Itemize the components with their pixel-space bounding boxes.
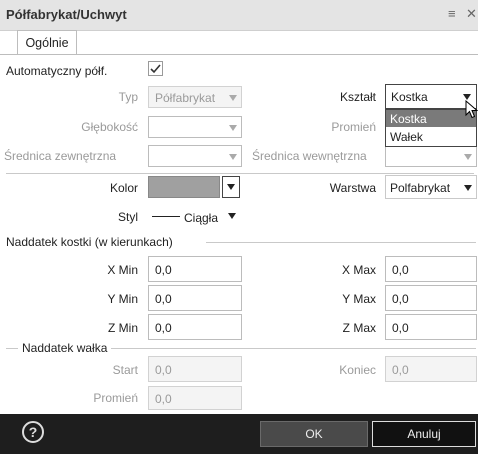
warstwa-value: Polfabrykat <box>390 181 451 195</box>
chevron-down-icon <box>464 154 472 160</box>
xmin-input[interactable]: 0,0 <box>148 256 242 282</box>
cancel-button[interactable]: Anuluj <box>372 421 476 447</box>
group-line <box>206 242 476 243</box>
zmin-input[interactable]: 0,0 <box>148 314 242 340</box>
ksztalt-value: Kostka <box>391 90 428 104</box>
xmin-label: X Min <box>107 263 138 277</box>
typ-label: Typ <box>118 90 138 104</box>
promien-walka-input[interactable]: 0,0 <box>148 386 242 410</box>
help-icon[interactable]: ? <box>22 421 44 443</box>
zmax-input[interactable]: 0,0 <box>385 314 477 340</box>
chevron-down-icon <box>229 125 237 131</box>
chevron-down-icon <box>229 95 237 101</box>
tab-divider <box>0 54 478 55</box>
zmax-value: 0,0 <box>392 321 409 335</box>
zmax-label: Z Max <box>342 321 376 335</box>
option-label: Wałek <box>390 130 423 144</box>
glebokosc-label: Głębokość <box>81 120 138 134</box>
kolor-dropdown-button[interactable] <box>222 176 240 198</box>
ymin-input[interactable]: 0,0 <box>148 285 242 311</box>
koniec-value: 0,0 <box>392 363 409 377</box>
zmin-value: 0,0 <box>155 321 172 335</box>
styl-value: Ciągła <box>184 211 219 225</box>
promien-walka-value: 0,0 <box>155 392 172 406</box>
dropdown-option-kostka[interactable]: Kostka <box>386 110 476 127</box>
koniec-label: Koniec <box>339 363 376 377</box>
ksztalt-label: Kształt <box>339 90 376 104</box>
chevron-down-icon <box>229 154 237 160</box>
chevron-down-icon <box>464 185 472 191</box>
window-title: Półfabrykat/Uchwyt <box>6 7 127 22</box>
chevron-down-icon <box>228 213 236 219</box>
tab-label: Ogólnie <box>25 36 69 50</box>
chevron-down-icon <box>227 184 235 190</box>
styl-label: Styl <box>117 210 138 224</box>
xmax-value: 0,0 <box>392 263 409 277</box>
tab-ogolnie[interactable]: Ogólnie <box>17 30 77 55</box>
check-icon <box>150 64 161 74</box>
kolor-swatch[interactable] <box>148 176 220 198</box>
help-glyph: ? <box>28 424 38 440</box>
menu-icon[interactable]: ≡ <box>448 6 456 21</box>
sr-zew-select[interactable] <box>148 145 242 167</box>
sr-wew-select[interactable] <box>385 145 477 167</box>
ymax-value: 0,0 <box>392 292 409 306</box>
sr-zew-label: Średnica zewnętrzna <box>4 149 117 163</box>
koniec-input[interactable]: 0,0 <box>385 356 477 382</box>
start-label: Start <box>112 363 138 377</box>
cancel-label: Anuluj <box>407 427 441 441</box>
promien-walka-label: Promień <box>93 391 138 405</box>
naddatek-kostki-title: Naddatek kostki (w kierunkach) <box>6 235 177 249</box>
glebokosc-select[interactable] <box>148 116 242 138</box>
sr-wew-label: Średnica wewnętrzna <box>252 149 367 163</box>
kolor-label: Kolor <box>109 181 138 195</box>
mouse-cursor-icon <box>465 100 478 119</box>
promien-top-label: Promień <box>331 120 376 134</box>
ok-label: OK <box>305 427 323 441</box>
typ-value: Półfabrykat <box>155 91 216 105</box>
xmax-input[interactable]: 0,0 <box>385 256 477 282</box>
typ-select[interactable]: Półfabrykat <box>148 86 242 108</box>
warstwa-select[interactable]: Polfabrykat <box>385 175 477 199</box>
ksztalt-dropdown: Kostka Wałek <box>385 109 477 147</box>
ksztalt-select[interactable]: Kostka <box>385 84 477 109</box>
zmin-label: Z Min <box>108 321 138 335</box>
warstwa-label: Warstwa <box>329 181 376 195</box>
ok-button[interactable]: OK <box>260 421 368 447</box>
line-style-preview <box>152 216 180 217</box>
ymin-value: 0,0 <box>155 292 172 306</box>
styl-select[interactable]: Ciągła <box>148 205 242 227</box>
ymin-label: Y Min <box>107 292 138 306</box>
xmin-value: 0,0 <box>155 263 172 277</box>
close-icon[interactable]: ✕ <box>466 6 477 22</box>
auto-label: Automatyczny półf. <box>6 64 108 78</box>
section-divider <box>6 173 474 174</box>
option-label: Kostka <box>390 112 427 126</box>
ymax-label: Y Max <box>342 292 376 306</box>
start-input[interactable]: 0,0 <box>148 356 242 382</box>
auto-checkbox[interactable] <box>148 61 163 76</box>
dropdown-option-walek[interactable]: Wałek <box>386 128 476 145</box>
ymax-input[interactable]: 0,0 <box>385 285 477 311</box>
naddatek-walka-title: Naddatek wałka <box>18 341 112 355</box>
start-value: 0,0 <box>155 363 172 377</box>
xmax-label: X Max <box>341 263 376 277</box>
